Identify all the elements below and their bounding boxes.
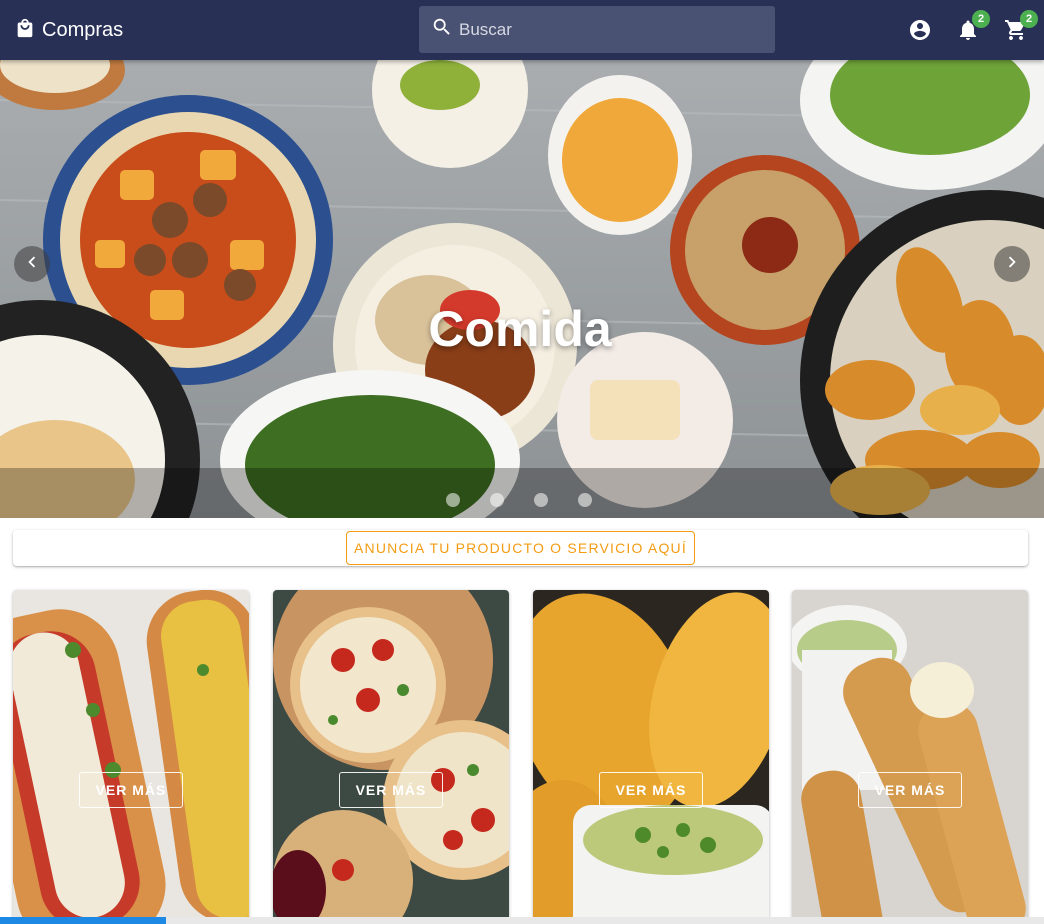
- carousel-indicator-bar: [0, 468, 1044, 518]
- carousel-dot[interactable]: [490, 493, 504, 507]
- empanadas-image: [533, 590, 769, 924]
- pizzas-image: [273, 590, 509, 924]
- search-input[interactable]: [459, 19, 759, 40]
- category-card-tequenos[interactable]: VER MÁS: [792, 590, 1028, 924]
- tequenos-image: [792, 590, 1028, 924]
- hero-image: [0, 60, 1044, 518]
- bottom-status-bar: [0, 917, 1044, 924]
- shopping-bag-icon: [14, 17, 36, 44]
- app-bar: Compras 2 2: [0, 0, 1044, 60]
- hotdogs-image: [13, 590, 249, 924]
- category-card-pizzas[interactable]: VER MÁS: [273, 590, 509, 924]
- notifications-button[interactable]: 2: [956, 10, 990, 42]
- account-circle-icon: [908, 20, 932, 46]
- hero-title: Comida: [428, 301, 612, 357]
- hero-carousel: Comida: [0, 60, 1044, 518]
- ver-mas-button[interactable]: VER MÁS: [79, 772, 183, 808]
- carousel-dot[interactable]: [534, 493, 548, 507]
- category-card-empanadas[interactable]: VER MÁS: [533, 590, 769, 924]
- search-box[interactable]: [419, 6, 775, 53]
- category-card-hotdogs[interactable]: VER MÁS: [13, 590, 249, 924]
- ver-mas-button[interactable]: VER MÁS: [599, 772, 703, 808]
- carousel-dot[interactable]: [446, 493, 460, 507]
- ver-mas-button[interactable]: VER MÁS: [858, 772, 962, 808]
- account-button[interactable]: [908, 18, 932, 42]
- carousel-prev-button[interactable]: [14, 246, 50, 282]
- brand-link[interactable]: Compras: [14, 0, 123, 60]
- advertise-button[interactable]: ANUNCIA TU PRODUCTO O SERVICIO AQUÍ: [346, 531, 695, 565]
- notifications-badge: 2: [972, 10, 990, 28]
- search-icon: [431, 16, 453, 43]
- carousel-next-button[interactable]: [994, 246, 1030, 282]
- app-title: Compras: [42, 18, 124, 41]
- cart-icon: [1004, 20, 1028, 46]
- carousel-dot[interactable]: [578, 493, 592, 507]
- chevron-right-icon: [1001, 251, 1023, 278]
- advertise-banner: ANUNCIA TU PRODUCTO O SERVICIO AQUÍ: [13, 530, 1028, 566]
- bell-icon: [956, 20, 980, 46]
- chevron-left-icon: [21, 251, 43, 278]
- carousel-dots: [446, 493, 592, 507]
- cart-badge: 2: [1020, 10, 1038, 28]
- cart-button[interactable]: 2: [1004, 10, 1038, 42]
- bottom-status-highlight: [0, 917, 166, 924]
- ver-mas-button[interactable]: VER MÁS: [339, 772, 443, 808]
